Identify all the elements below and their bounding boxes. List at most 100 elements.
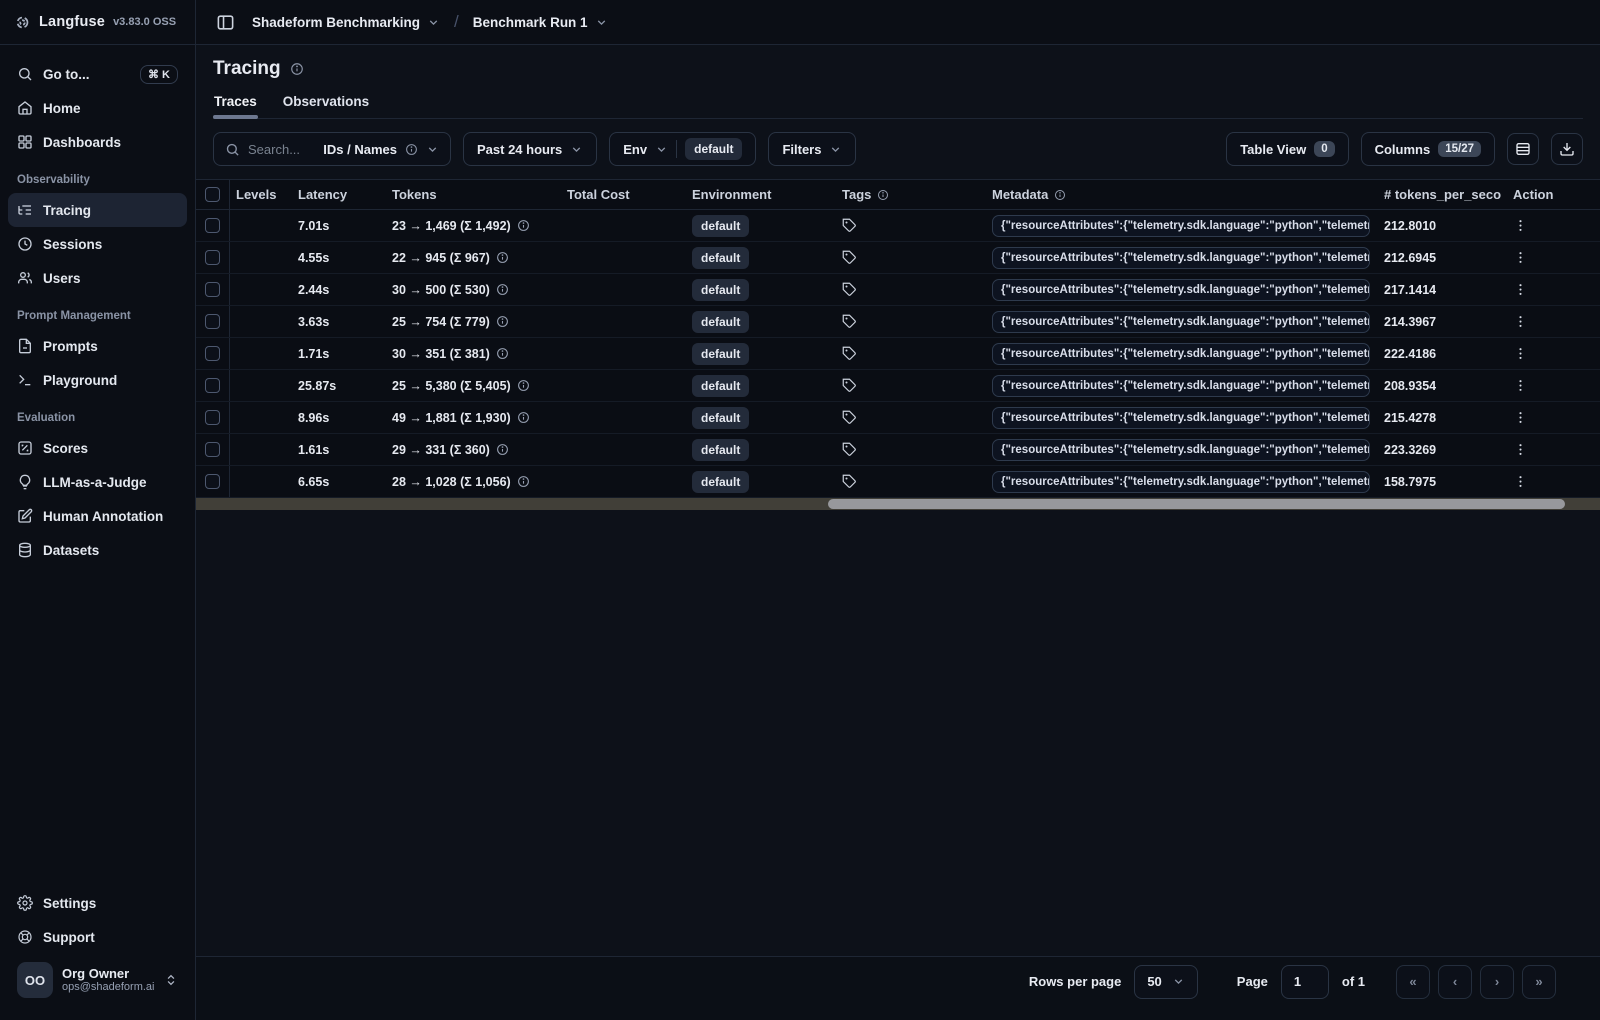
col-total-cost[interactable]: Total Cost (561, 180, 686, 209)
col-tokens[interactable]: Tokens (386, 180, 561, 209)
table-view-button[interactable]: Table View 0 (1226, 132, 1349, 166)
user-menu[interactable]: OO Org Owner ops@shadeform.ai (8, 954, 187, 1012)
sidebar-item-scores[interactable]: Scores (8, 431, 187, 465)
sidebar-item-llm-judge[interactable]: LLM-as-a-Judge (8, 465, 187, 499)
time-range-dropdown[interactable]: Past 24 hours (463, 132, 598, 166)
env-filter[interactable]: Env default (609, 132, 757, 166)
row-height-button[interactable] (1507, 133, 1539, 165)
metadata-pill[interactable]: {"resourceAttributes":{"telemetry.sdk.la… (992, 470, 1370, 493)
search-input[interactable] (248, 141, 316, 157)
info-icon[interactable] (496, 315, 509, 328)
info-icon[interactable] (517, 411, 530, 424)
page-number-input-box[interactable] (1280, 964, 1329, 999)
sidebar-item-settings[interactable]: Settings (8, 886, 187, 920)
export-button[interactable] (1551, 133, 1583, 165)
select-all-checkbox[interactable] (205, 187, 220, 202)
row-checkbox[interactable] (205, 218, 220, 233)
tab-traces[interactable]: Traces (213, 89, 258, 119)
kebab-menu-icon[interactable] (1513, 314, 1528, 329)
sidebar-item-goto[interactable]: Go to... ⌘ K (8, 57, 187, 91)
metadata-pill[interactable]: {"resourceAttributes":{"telemetry.sdk.la… (992, 438, 1370, 461)
row-checkbox[interactable] (205, 378, 220, 393)
sidebar-item-human-annotation[interactable]: Human Annotation (8, 499, 187, 533)
scrollbar-thumb[interactable] (827, 499, 1565, 509)
tag-icon[interactable] (842, 314, 857, 329)
project-breadcrumb[interactable]: Shadeform Benchmarking (252, 15, 440, 30)
tab-observations[interactable]: Observations (282, 89, 370, 118)
last-page-button[interactable]: » (1522, 964, 1556, 999)
table-row[interactable]: 3.63s 25 → 754 (Σ 779) default {"resourc… (196, 306, 1600, 338)
info-icon[interactable] (496, 251, 509, 264)
kebab-menu-icon[interactable] (1513, 282, 1528, 297)
sidebar-toggle-button[interactable] (210, 7, 240, 37)
table-row[interactable]: 6.65s 28 → 1,028 (Σ 1,056) default {"res… (196, 466, 1600, 498)
metadata-pill[interactable]: {"resourceAttributes":{"telemetry.sdk.la… (992, 374, 1370, 397)
kebab-menu-icon[interactable] (1513, 474, 1528, 489)
info-icon[interactable] (496, 347, 509, 360)
row-checkbox[interactable] (205, 314, 220, 329)
kebab-menu-icon[interactable] (1513, 442, 1528, 457)
row-checkbox[interactable] (205, 250, 220, 265)
sidebar-item-sessions[interactable]: Sessions (8, 227, 187, 261)
run-breadcrumb[interactable]: Benchmark Run 1 (473, 15, 608, 30)
tag-icon[interactable] (842, 442, 857, 457)
info-icon[interactable] (496, 443, 509, 456)
sidebar-item-users[interactable]: Users (8, 261, 187, 295)
row-checkbox[interactable] (205, 346, 220, 361)
info-icon[interactable] (290, 62, 304, 76)
row-checkbox[interactable] (205, 282, 220, 297)
metadata-pill[interactable]: {"resourceAttributes":{"telemetry.sdk.la… (992, 278, 1370, 301)
table-row[interactable]: 2.44s 30 → 500 (Σ 530) default {"resourc… (196, 274, 1600, 306)
metadata-pill[interactable]: {"resourceAttributes":{"telemetry.sdk.la… (992, 214, 1370, 237)
metadata-pill[interactable]: {"resourceAttributes":{"telemetry.sdk.la… (992, 310, 1370, 333)
kebab-menu-icon[interactable] (1513, 410, 1528, 425)
table-row[interactable]: 8.96s 49 → 1,881 (Σ 1,930) default {"res… (196, 402, 1600, 434)
tag-icon[interactable] (842, 218, 857, 233)
table-row[interactable]: 1.71s 30 → 351 (Σ 381) default {"resourc… (196, 338, 1600, 370)
sidebar-item-datasets[interactable]: Datasets (8, 533, 187, 567)
columns-button[interactable]: Columns 15/27 (1360, 132, 1495, 166)
tag-icon[interactable] (842, 378, 857, 393)
search-type-selector[interactable]: IDs / Names (323, 142, 397, 157)
kebab-menu-icon[interactable] (1513, 218, 1528, 233)
table-row[interactable]: 4.55s 22 → 945 (Σ 967) default {"resourc… (196, 242, 1600, 274)
sidebar-item-support[interactable]: Support (8, 920, 187, 954)
filters-dropdown[interactable]: Filters (768, 132, 857, 166)
sidebar-item-prompts[interactable]: Prompts (8, 329, 187, 363)
kebab-menu-icon[interactable] (1513, 346, 1528, 361)
tag-icon[interactable] (842, 346, 857, 361)
tag-icon[interactable] (842, 410, 857, 425)
kebab-menu-icon[interactable] (1513, 378, 1528, 393)
sidebar-item-tracing[interactable]: Tracing (8, 193, 187, 227)
metadata-pill[interactable]: {"resourceAttributes":{"telemetry.sdk.la… (992, 406, 1370, 429)
row-checkbox[interactable] (205, 474, 220, 489)
row-checkbox[interactable] (205, 410, 220, 425)
metadata-pill[interactable]: {"resourceAttributes":{"telemetry.sdk.la… (992, 246, 1370, 269)
col-levels[interactable]: Levels (230, 180, 292, 209)
sidebar-item-home[interactable]: Home (8, 91, 187, 125)
sidebar-item-dashboards[interactable]: Dashboards (8, 125, 187, 159)
info-icon[interactable] (517, 475, 530, 488)
col-tokens-per-second[interactable]: # tokens_per_secon... (1378, 180, 1501, 209)
col-environment[interactable]: Environment (686, 180, 836, 209)
info-icon[interactable] (517, 219, 530, 232)
row-checkbox[interactable] (205, 442, 220, 457)
sidebar-item-playground[interactable]: Playground (8, 363, 187, 397)
kebab-menu-icon[interactable] (1513, 250, 1528, 265)
rows-per-page-select[interactable]: 50 (1134, 964, 1198, 999)
info-icon[interactable] (517, 379, 530, 392)
info-icon[interactable] (496, 283, 509, 296)
table-row[interactable]: 1.61s 29 → 331 (Σ 360) default {"resourc… (196, 434, 1600, 466)
tag-icon[interactable] (842, 282, 857, 297)
col-metadata[interactable]: Metadata (986, 180, 1378, 209)
next-page-button[interactable]: › (1480, 964, 1514, 999)
page-number-input[interactable] (1293, 974, 1316, 989)
table-row[interactable]: 25.87s 25 → 5,380 (Σ 5,405) default {"re… (196, 370, 1600, 402)
col-latency[interactable]: Latency (292, 180, 386, 209)
metadata-pill[interactable]: {"resourceAttributes":{"telemetry.sdk.la… (992, 342, 1370, 365)
table-row[interactable]: 7.01s 23 → 1,469 (Σ 1,492) default {"res… (196, 210, 1600, 242)
tag-icon[interactable] (842, 250, 857, 265)
tag-icon[interactable] (842, 474, 857, 489)
horizontal-scrollbar[interactable] (196, 498, 1600, 510)
prev-page-button[interactable]: ‹ (1438, 964, 1472, 999)
